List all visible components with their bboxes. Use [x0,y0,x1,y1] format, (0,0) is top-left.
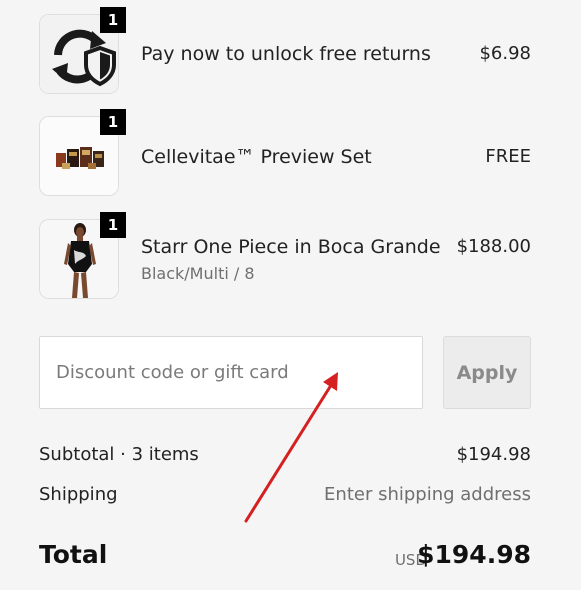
total-label: Total [39,540,108,569]
quantity-badge: 1 [100,7,126,33]
total-value: $194.98 [417,540,531,569]
item-price: $188.00 [456,236,531,257]
discount-input[interactable] [40,337,422,408]
apply-button[interactable]: Apply [443,336,531,409]
subtotal-value: $194.98 [456,444,531,465]
subtotal-label: Subtotal · 3 items [39,444,199,465]
item-name: Cellevitae™ Preview Set [141,146,372,168]
shipping-label: Shipping [39,484,118,505]
item-price: $6.98 [479,43,531,64]
product-thumbnail: 1 [39,212,126,299]
line-item: 1 Pay now to unlock free returns $6.98 [39,7,531,96]
item-name: Pay now to unlock free returns [141,43,431,65]
item-name: Starr One Piece in Boca Grande [141,236,441,258]
line-item: 1 Starr One Piece in Boca Grande Black/M… [39,212,531,301]
quantity-badge: 1 [100,212,126,238]
product-thumbnail: 1 [39,109,126,196]
item-variant: Black/Multi / 8 [141,264,255,283]
line-item: 1 Cellevitae™ Preview Set FREE [39,109,531,198]
discount-field[interactable] [39,336,423,409]
returns-thumbnail: 1 [39,7,126,94]
shipping-value: Enter shipping address [324,484,531,505]
quantity-badge: 1 [100,109,126,135]
item-price: FREE [485,146,531,167]
